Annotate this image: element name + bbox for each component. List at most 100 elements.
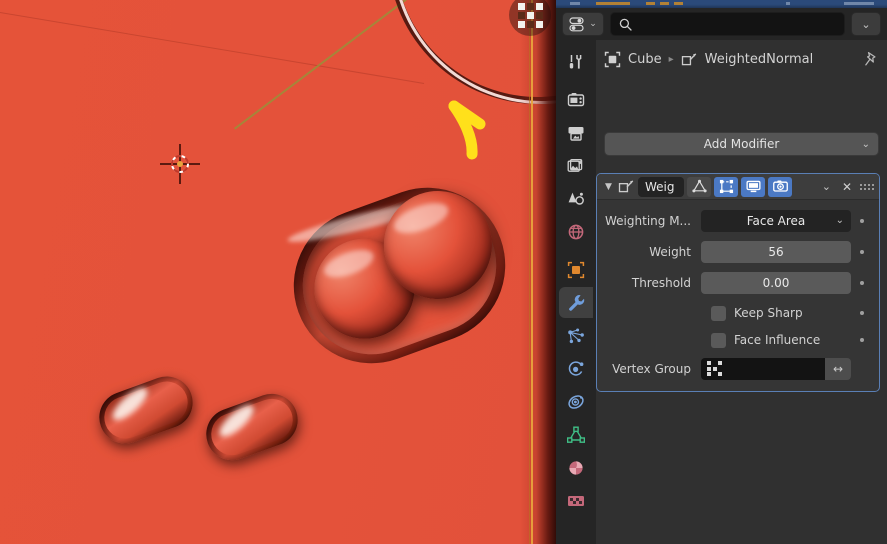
3d-viewport[interactable] (0, 0, 556, 544)
modifier-name-field[interactable]: Weig (638, 176, 684, 197)
particles-icon (568, 328, 584, 343)
sidebar-item-texture[interactable] (559, 485, 593, 516)
vertex-group-invert-button[interactable]: ↔ (825, 357, 851, 380)
vertex-group-field[interactable] (701, 357, 825, 380)
edit-mode-toggle[interactable] (714, 176, 738, 197)
keep-sharp-row: Keep Sharp (603, 301, 873, 325)
edit-mode-cage-toggle[interactable] (687, 176, 711, 197)
weighting-mode-row: Weighting M... Face Area ⌄ (603, 208, 873, 233)
sidebar-item-object[interactable] (559, 254, 593, 285)
sidebar-item-particles[interactable] (559, 320, 593, 351)
selection-outline (531, 0, 533, 544)
camera-icon (772, 180, 788, 192)
sidebar-item-view-layer[interactable] (559, 150, 593, 181)
mesh-data-icon (567, 426, 585, 443)
modifier-extras-menu[interactable]: ⌄ (819, 180, 834, 193)
animate-decorator[interactable] (851, 280, 873, 285)
properties-header: ⌄ ⌄ (556, 8, 887, 40)
printer-icon (568, 126, 584, 141)
modifier-name-text: Weig (645, 179, 675, 194)
drag-dots-handle[interactable] (860, 183, 874, 190)
modifier-panel: ▼ Weig ⌄ ✕ Weighting M... Face Area ⌄ We… (596, 173, 880, 392)
modifier-panel-body: Weighting M... Face Area ⌄ Weight 56 Thr… (597, 200, 879, 391)
vertex-group-icon (707, 361, 722, 376)
keep-sharp-label: Keep Sharp (734, 306, 803, 320)
render-display-toggle[interactable] (768, 176, 792, 197)
search-icon (619, 18, 632, 31)
close-icon[interactable]: ✕ (838, 180, 856, 194)
tool-icon (569, 54, 582, 69)
weighting-mode-value: Face Area (746, 213, 806, 228)
expand-collapse-icon[interactable]: ▼ (602, 182, 615, 192)
3d-cursor (160, 144, 200, 184)
sidebar-item-object-data[interactable] (559, 419, 593, 450)
threshold-label: Threshold (631, 275, 691, 290)
vertex-group-label: Vertex Group (612, 361, 691, 376)
sidebar-item-modifiers[interactable] (559, 287, 593, 318)
weight-field[interactable]: 56 (701, 240, 851, 263)
chevron-down-icon: ⌄ (835, 215, 844, 226)
annotation-arrow-icon (440, 80, 500, 160)
camera-back-icon (567, 92, 585, 106)
constraint-icon (568, 394, 584, 409)
weighting-mode-label: Weighting M... (605, 213, 691, 228)
weight-value: 56 (768, 244, 784, 259)
sidebar-item-world[interactable] (559, 216, 593, 247)
add-modifier-button[interactable]: Add Modifier ⌄ (604, 132, 879, 156)
properties-body: Cube ▸ WeightedNormal Add Modifier ⌄ ▼ W… (596, 40, 887, 544)
sidebar-item-physics[interactable] (559, 353, 593, 384)
keep-sharp-checkbox[interactable] (711, 305, 726, 321)
viewport-display-toggle[interactable] (741, 176, 765, 197)
selection-outline-soft (529, 0, 530, 544)
properties-tab-strip (556, 40, 596, 544)
face-influence-label: Face Influence (734, 333, 821, 347)
filter-toggle-button[interactable]: ⌄ (562, 12, 604, 36)
edit-mode-icon (719, 179, 733, 194)
face-influence-checkbox[interactable] (711, 332, 726, 348)
physics-orbit-icon (568, 360, 584, 376)
sidebar-item-constraints[interactable] (559, 386, 593, 417)
chevron-down-icon: ⌄ (861, 138, 870, 150)
animate-decorator[interactable] (851, 338, 873, 342)
face-influence-row: Face Influence (603, 328, 873, 352)
topbar-sliver (556, 0, 887, 8)
threshold-field[interactable]: 0.00 (701, 271, 851, 294)
breadcrumb-separator: ▸ (668, 53, 674, 65)
editor-menu-button[interactable]: ⌄ (851, 12, 881, 36)
add-modifier-label: Add Modifier (703, 137, 780, 151)
threshold-row: Threshold 0.00 (603, 270, 873, 295)
weighting-mode-dropdown[interactable]: Face Area ⌄ (701, 209, 851, 232)
sidebar-item-material[interactable] (559, 452, 593, 483)
properties-editor: ⌄ ⌄ Cube ▸ WeightedNormal Add Modifier ⌄… (556, 0, 887, 544)
sidebar-item-output[interactable] (559, 117, 593, 148)
chevron-down-icon: ⌄ (861, 17, 871, 31)
sidebar-item-tool[interactable] (559, 46, 593, 77)
images-icon (567, 158, 583, 172)
breadcrumb: Cube ▸ WeightedNormal (596, 44, 887, 74)
triangle-mesh-icon (691, 179, 707, 193)
modifier-panel-header[interactable]: ▼ Weig ⌄ ✕ (597, 174, 879, 200)
chevron-down-icon: ⌄ (589, 19, 597, 29)
search-input[interactable] (610, 12, 845, 36)
mesh-right-rim (520, 0, 556, 544)
threshold-value: 0.00 (762, 275, 790, 290)
object-square-icon (604, 51, 621, 67)
animate-decorator[interactable] (851, 311, 873, 315)
animate-decorator[interactable] (851, 249, 873, 254)
pin-icon[interactable] (863, 51, 879, 67)
breadcrumb-object-name[interactable]: Cube (628, 52, 662, 67)
blender-window: ⌄ ⌄ Cube ▸ WeightedNormal Add Modifier ⌄… (0, 0, 887, 544)
animate-decorator[interactable] (851, 218, 873, 223)
weight-label: Weight (649, 244, 691, 259)
weighted-normal-icon (681, 52, 696, 65)
material-ball-icon (569, 460, 583, 475)
breadcrumb-modifier-name[interactable]: WeightedNormal (705, 52, 814, 67)
texture-checker-icon (568, 495, 584, 506)
weight-row: Weight 56 (603, 239, 873, 264)
object-square-icon (567, 261, 585, 278)
display-monitor-icon (745, 180, 761, 193)
sidebar-item-scene[interactable] (559, 183, 593, 214)
scene-cone-icon (568, 192, 584, 205)
sidebar-item-render[interactable] (559, 84, 593, 115)
wrench-icon (568, 295, 584, 311)
